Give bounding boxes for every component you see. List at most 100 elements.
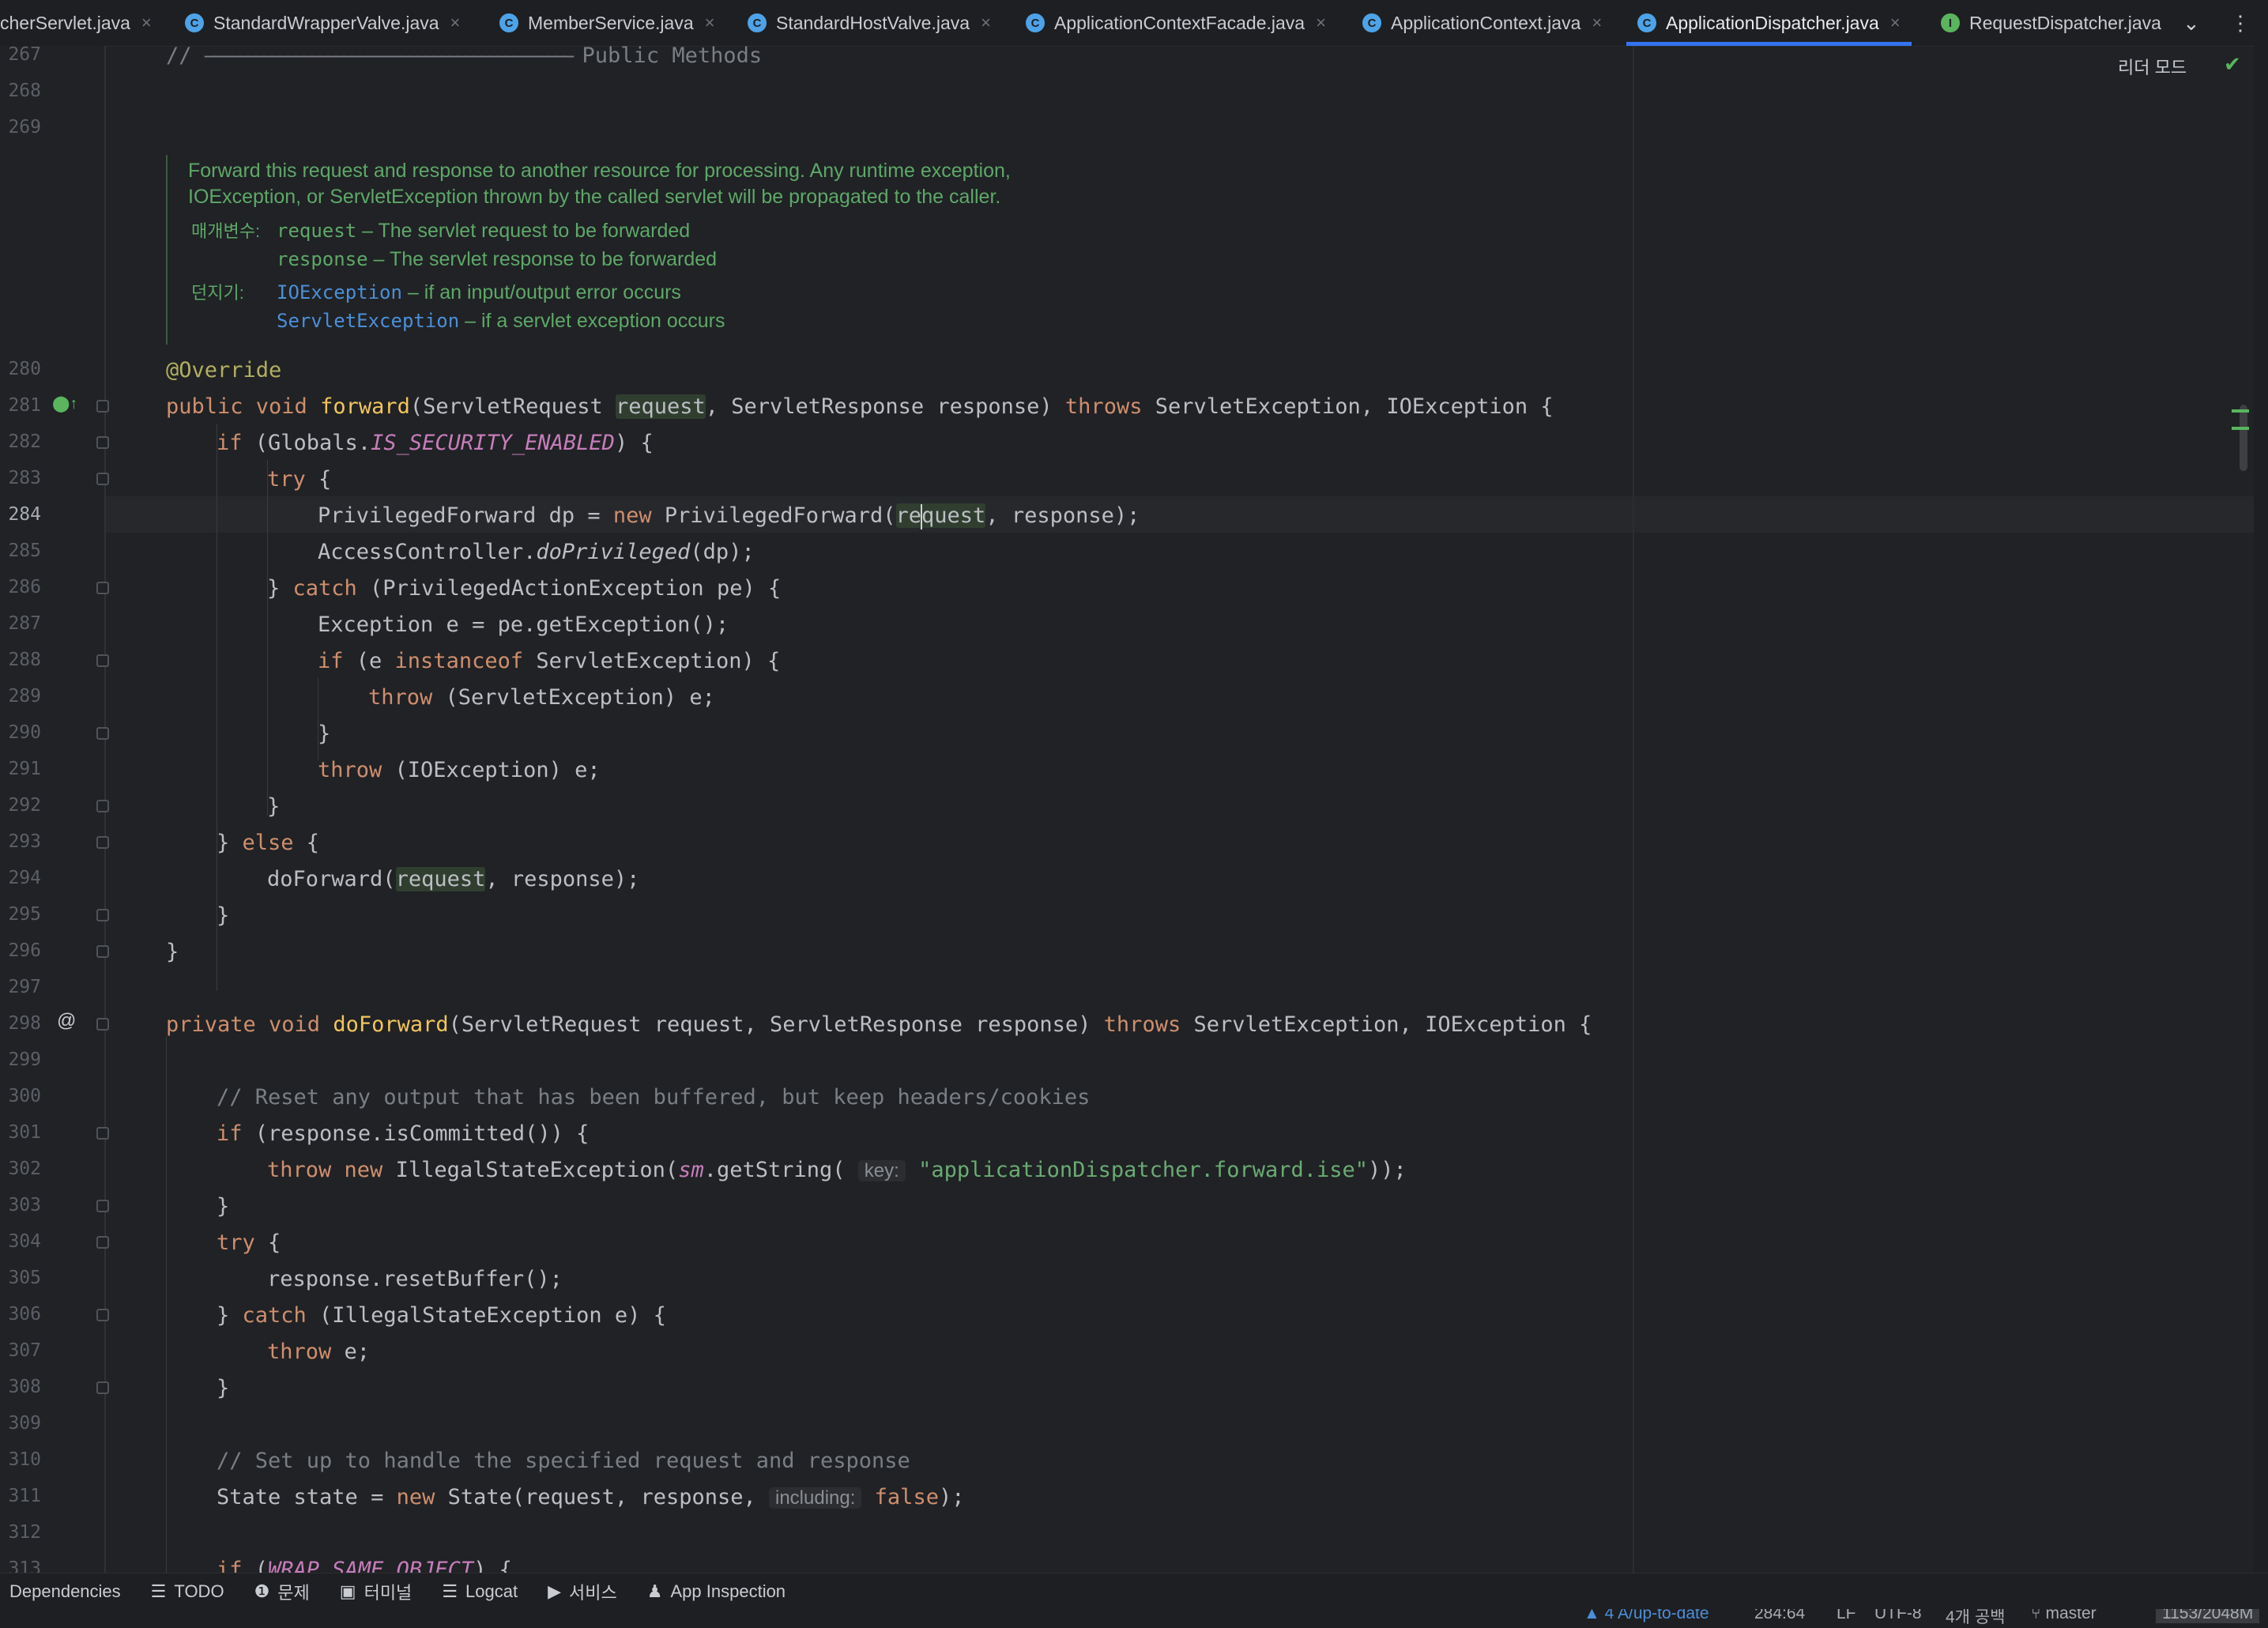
line-number[interactable]: 296 [0, 940, 41, 961]
line-number[interactable]: 307 [0, 1340, 41, 1361]
close-icon[interactable]: × [705, 13, 715, 33]
line-number[interactable]: 286 [0, 577, 41, 597]
fold-marker[interactable] [96, 1127, 109, 1140]
line-number[interactable]: 293 [0, 831, 41, 852]
tab-standard-host-valve[interactable]: C StandardHostValve.java × [748, 0, 991, 46]
toolwindow-services[interactable]: ▶ 서비스 [548, 1579, 617, 1604]
close-icon[interactable]: × [1316, 13, 1326, 33]
fold-marker[interactable] [96, 436, 109, 449]
line-number[interactable]: 268 [0, 81, 41, 101]
caret-position[interactable]: 284:64 [1754, 1609, 1805, 1623]
line-number[interactable]: 282 [0, 431, 41, 452]
line-number[interactable]: 289 [0, 686, 41, 707]
fold-marker[interactable] [96, 1381, 109, 1394]
code-line-304[interactable]: try { [217, 1225, 281, 1261]
line-number[interactable]: 310 [0, 1449, 41, 1470]
line-number-current[interactable]: 284 [0, 504, 41, 525]
more-vertical-icon[interactable]: ⋮ [2230, 0, 2251, 46]
fold-marker[interactable] [96, 1200, 109, 1212]
doc-link[interactable]: ServletException [277, 310, 459, 332]
fold-marker[interactable] [96, 1236, 109, 1249]
fold-marker[interactable] [96, 582, 109, 594]
close-icon[interactable]: × [1890, 13, 1901, 33]
toolwindow-problems[interactable]: ❶ 문제 [254, 1579, 310, 1604]
implements-method-icon[interactable]: ⬤↑ [52, 394, 77, 413]
line-number[interactable]: 267 [0, 44, 41, 65]
file-encoding[interactable]: UTF-8 [1874, 1609, 1922, 1623]
tab-application-context[interactable]: C ApplicationContext.java × [1362, 0, 1602, 46]
line-number[interactable]: 313 [0, 1558, 41, 1573]
line-number[interactable]: 311 [0, 1486, 41, 1506]
code-line-290[interactable]: } [318, 716, 330, 752]
line-number[interactable]: 283 [0, 468, 41, 488]
toolwindow-logcat[interactable]: ☰ Logcat [442, 1581, 518, 1602]
check-icon[interactable]: ✔ [2224, 52, 2241, 77]
fold-marker[interactable] [96, 654, 109, 667]
code-line-301[interactable]: if (response.isCommitted()) { [217, 1116, 589, 1152]
doc-link[interactable]: IOException [277, 281, 402, 303]
code-line-291[interactable]: throw (IOException) e; [318, 752, 601, 789]
line-number[interactable]: 291 [0, 759, 41, 779]
code-line-282[interactable]: if (Globals.IS_SECURITY_ENABLED) { [217, 425, 654, 462]
code-line-298[interactable]: private void doForward(ServletRequest re… [166, 1007, 1592, 1043]
line-number[interactable]: 285 [0, 541, 41, 561]
code-line-310[interactable]: // Set up to handle the specified reques… [217, 1443, 910, 1479]
close-icon[interactable]: × [1592, 13, 1602, 33]
code-line-293[interactable]: } else { [217, 825, 319, 861]
code-line-292[interactable]: } [267, 789, 280, 825]
line-number[interactable]: 292 [0, 795, 41, 816]
toolwindow-todo[interactable]: ☰ TODO [151, 1581, 224, 1602]
code-line-288[interactable]: if (e instanceof ServletException) { [318, 643, 780, 680]
line-number[interactable]: 287 [0, 613, 41, 634]
fold-marker[interactable] [96, 473, 109, 485]
line-number[interactable]: 309 [0, 1413, 41, 1434]
fold-marker[interactable] [96, 1018, 109, 1031]
line-number[interactable]: 300 [0, 1086, 41, 1106]
git-branch[interactable]: ⑂ master [2031, 1609, 2097, 1623]
code-line-303[interactable]: } [217, 1189, 229, 1225]
code-line-313[interactable]: if (WRAP_SAME_OBJECT) { [217, 1552, 512, 1573]
line-number[interactable]: 306 [0, 1304, 41, 1325]
line-separator[interactable]: LF [1837, 1609, 1856, 1623]
tab-request-dispatcher[interactable]: I RequestDispatcher.java [1941, 0, 2170, 46]
code-line-295[interactable]: } [217, 898, 229, 934]
line-number[interactable]: 294 [0, 868, 41, 888]
tab-dispatcher-servlet[interactable]: cherServlet.java × [0, 0, 166, 46]
chevron-down-icon[interactable]: ⌄ [2183, 0, 2200, 46]
line-number[interactable]: 301 [0, 1122, 41, 1143]
code-line-307[interactable]: throw e; [267, 1334, 370, 1370]
code-line-284[interactable]: PrivilegedForward dp = new PrivilegedFor… [318, 498, 1140, 534]
fold-marker[interactable] [96, 800, 109, 812]
line-number[interactable]: 299 [0, 1050, 41, 1070]
code-line-308[interactable]: } [217, 1370, 229, 1407]
line-number[interactable]: 304 [0, 1231, 41, 1252]
code-line-306[interactable]: } catch (IllegalStateException e) { [217, 1298, 666, 1334]
line-number[interactable]: 312 [0, 1522, 41, 1543]
line-number[interactable]: 295 [0, 904, 41, 925]
code-line-285[interactable]: AccessController.doPrivileged(dp); [318, 534, 755, 571]
vertical-scrollbar-thumb[interactable] [2240, 405, 2247, 471]
tab-application-context-facade[interactable]: C ApplicationContextFacade.java × [1026, 0, 1326, 46]
line-number[interactable]: 269 [0, 117, 41, 138]
fold-marker[interactable] [96, 836, 109, 849]
close-icon[interactable]: × [450, 13, 461, 33]
toolwindow-dependencies[interactable]: Dependencies [9, 1581, 121, 1602]
code-line-267[interactable]: // —————————————————————————————————————… [166, 38, 762, 74]
reader-mode-toggle[interactable]: 리더 모드 [2118, 54, 2187, 79]
code-line-311[interactable]: State state = new State(request, respons… [217, 1479, 964, 1516]
line-number[interactable]: 281 [0, 395, 41, 416]
fold-marker[interactable] [96, 1309, 109, 1321]
fold-marker[interactable] [96, 945, 109, 958]
vcs-status[interactable]: ▲ 4 A/up-to-date [1584, 1609, 1709, 1623]
rendered-javadoc[interactable]: Forward this request and response to ano… [166, 155, 1622, 345]
tab-application-dispatcher[interactable]: C ApplicationDispatcher.java × [1626, 0, 1912, 46]
line-number[interactable]: 280 [0, 359, 41, 379]
line-number[interactable]: 288 [0, 650, 41, 670]
line-number[interactable]: 302 [0, 1159, 41, 1179]
fold-marker[interactable] [96, 727, 109, 740]
code-line-294[interactable]: doForward(request, response); [267, 861, 639, 898]
memory-indicator[interactable]: 1153/2048M [2156, 1609, 2260, 1623]
code-line-296[interactable]: } [166, 934, 179, 970]
fold-marker[interactable] [96, 400, 109, 413]
line-number[interactable]: 308 [0, 1377, 41, 1397]
